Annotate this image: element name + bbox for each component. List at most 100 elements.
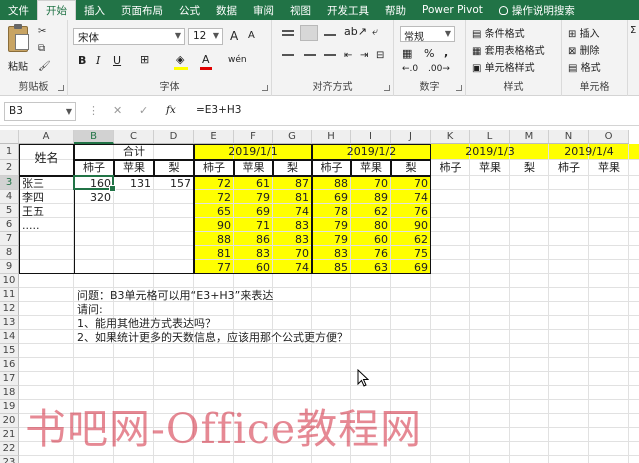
fill-color-icon[interactable]: ◈ bbox=[176, 53, 184, 66]
column-header[interactable]: G bbox=[273, 130, 312, 144]
percent-button[interactable]: % bbox=[424, 47, 434, 60]
indent-decrease-icon[interactable]: ⇤ bbox=[344, 50, 352, 61]
row-header[interactable]: 20 bbox=[0, 414, 19, 428]
paste-button[interactable]: 粘贴 bbox=[8, 58, 28, 73]
underline-button[interactable]: U bbox=[113, 54, 121, 67]
row-header[interactable]: 15 bbox=[0, 344, 19, 358]
column-header[interactable]: C bbox=[114, 130, 154, 144]
font-size-select[interactable]: 12 ▼ bbox=[188, 28, 223, 45]
align-top-icon[interactable] bbox=[282, 30, 294, 32]
format-painter-icon[interactable]: 🖌 bbox=[38, 61, 51, 72]
column-header[interactable]: K bbox=[431, 130, 470, 144]
number-launcher-icon[interactable] bbox=[456, 85, 462, 91]
tab-formulas[interactable]: 公式 bbox=[171, 0, 208, 20]
phonetic-button[interactable]: wén bbox=[228, 55, 247, 65]
delete-cells-button[interactable]: ⊠ 删除 bbox=[568, 42, 600, 57]
align-middle-icon[interactable] bbox=[300, 25, 318, 41]
row-header[interactable]: 12 bbox=[0, 302, 19, 316]
decrease-decimal-icon[interactable]: .00→ bbox=[428, 64, 450, 74]
row-header[interactable]: 6 bbox=[0, 218, 19, 232]
borders-icon[interactable]: ⊞ bbox=[140, 53, 149, 66]
column-header[interactable]: L bbox=[470, 130, 510, 144]
name-box[interactable]: B3 ▼ bbox=[4, 102, 76, 121]
row-header[interactable]: 8 bbox=[0, 246, 19, 260]
row-header[interactable]: 21 bbox=[0, 428, 19, 442]
row-header[interactable]: 16 bbox=[0, 358, 19, 372]
enter-icon[interactable]: ✓ bbox=[139, 104, 148, 117]
tab-data[interactable]: 数据 bbox=[208, 0, 245, 20]
column-header[interactable]: O bbox=[589, 130, 629, 144]
indent-increase-icon[interactable]: ⇥ bbox=[360, 50, 368, 61]
row-header[interactable]: 19 bbox=[0, 400, 19, 414]
orientation-icon[interactable]: ab↗ bbox=[344, 25, 367, 38]
tab-file[interactable]: 文件 bbox=[0, 0, 37, 20]
insert-cells-button[interactable]: ⊞ 插入 bbox=[568, 25, 600, 40]
column-header[interactable]: D bbox=[154, 130, 194, 144]
column-header[interactable]: M bbox=[510, 130, 549, 144]
cell-styles-button[interactable]: ▣ 单元格样式 bbox=[472, 59, 535, 74]
row-header[interactable]: 17 bbox=[0, 372, 19, 386]
number-format-select[interactable]: 常规 ▼ bbox=[400, 26, 455, 43]
tab-view[interactable]: 视图 bbox=[282, 0, 319, 20]
row-header[interactable]: 10 bbox=[0, 274, 19, 288]
row-header[interactable]: 4 bbox=[0, 190, 19, 204]
row-header[interactable]: 5 bbox=[0, 204, 19, 218]
font-color-button[interactable]: A bbox=[202, 53, 210, 66]
column-header[interactable]: A bbox=[19, 130, 74, 144]
tab-power-pivot[interactable]: Power Pivot bbox=[414, 0, 491, 20]
format-as-table-button[interactable]: ▦ 套用表格格式 bbox=[472, 42, 545, 57]
copy-icon[interactable]: ⧉ bbox=[38, 43, 45, 54]
insert-function-button[interactable]: fx bbox=[166, 104, 176, 116]
tell-me-search[interactable]: 操作说明搜索 bbox=[491, 0, 583, 20]
row-header[interactable]: 22 bbox=[0, 442, 19, 456]
align-right-icon[interactable] bbox=[324, 54, 336, 56]
clipboard-launcher-icon[interactable] bbox=[58, 85, 64, 91]
row-header[interactable]: 7 bbox=[0, 232, 19, 246]
selected-cell[interactable] bbox=[73, 175, 116, 192]
formula-input[interactable]: =E3+H3 bbox=[196, 104, 242, 116]
row-header[interactable]: 13 bbox=[0, 316, 19, 330]
alignment-launcher-icon[interactable] bbox=[384, 85, 390, 91]
align-center-icon[interactable] bbox=[304, 54, 316, 56]
grow-font-button[interactable]: A bbox=[230, 29, 238, 43]
column-header[interactable]: J bbox=[391, 130, 431, 144]
row-header[interactable]: 23 bbox=[0, 456, 19, 463]
cut-icon[interactable]: ✂ bbox=[38, 26, 46, 37]
wrap-text-icon[interactable]: ⤶ bbox=[372, 25, 378, 39]
row-header[interactable]: 18 bbox=[0, 386, 19, 400]
tab-home[interactable]: 开始 bbox=[37, 0, 76, 20]
tab-review[interactable]: 审阅 bbox=[245, 0, 282, 20]
accounting-format-icon[interactable]: ▦ bbox=[402, 47, 412, 60]
shrink-font-button[interactable]: A bbox=[248, 30, 255, 41]
row-header[interactable]: 2 bbox=[0, 160, 19, 176]
bold-button[interactable]: B bbox=[78, 54, 86, 67]
conditional-format-button[interactable]: ▤ 条件格式 bbox=[472, 25, 525, 40]
align-left-icon[interactable] bbox=[282, 54, 294, 56]
column-header[interactable]: I bbox=[351, 130, 391, 144]
tab-developer[interactable]: 开发工具 bbox=[319, 0, 377, 20]
format-cells-button[interactable]: ▤ 格式 bbox=[568, 59, 601, 74]
column-header[interactable]: B bbox=[74, 130, 114, 144]
column-header[interactable]: N bbox=[549, 130, 589, 144]
column-header[interactable]: H bbox=[312, 130, 351, 144]
tab-help[interactable]: 帮助 bbox=[377, 0, 414, 20]
row-header[interactable]: 9 bbox=[0, 260, 19, 274]
increase-decimal-icon[interactable]: ←.0 bbox=[402, 64, 418, 74]
comma-button[interactable]: , bbox=[444, 46, 448, 59]
font-name-select[interactable]: 宋体 ▼ bbox=[73, 28, 185, 45]
row-header[interactable]: 14 bbox=[0, 330, 19, 344]
sum-icon[interactable]: Σ bbox=[630, 25, 636, 36]
font-launcher-icon[interactable] bbox=[262, 85, 268, 91]
row-header[interactable]: 3 bbox=[0, 176, 19, 190]
tab-page-layout[interactable]: 页面布局 bbox=[113, 0, 171, 20]
row-header[interactable]: 1 bbox=[0, 144, 19, 160]
merge-center-icon[interactable]: ⊟ bbox=[376, 50, 384, 61]
align-bottom-icon[interactable] bbox=[324, 34, 336, 36]
cancel-icon[interactable]: ✕ bbox=[113, 104, 122, 117]
row-header[interactable]: 11 bbox=[0, 288, 19, 302]
column-header[interactable]: E bbox=[194, 130, 234, 144]
tab-insert[interactable]: 插入 bbox=[76, 0, 113, 20]
italic-button[interactable]: I bbox=[96, 54, 100, 67]
column-header[interactable]: F bbox=[234, 130, 273, 144]
corner-select-all[interactable] bbox=[0, 130, 19, 144]
